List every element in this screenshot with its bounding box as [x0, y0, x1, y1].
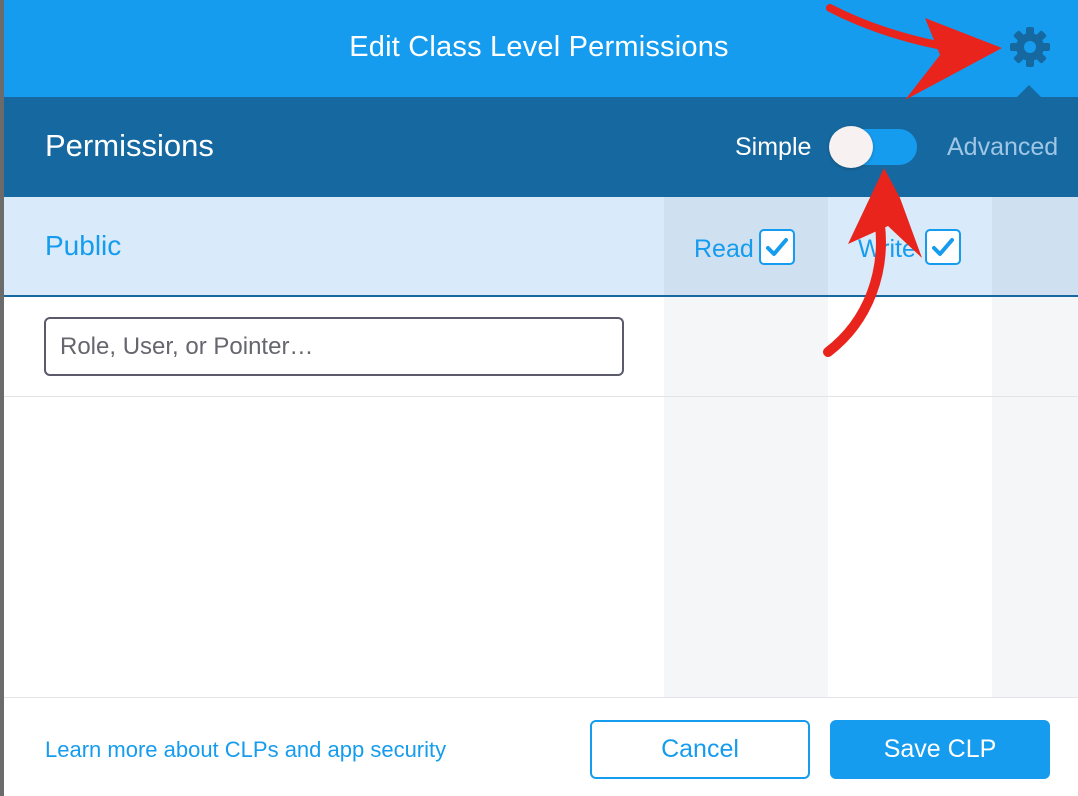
extra-column-tint	[992, 197, 1078, 295]
permissions-bar: Permissions Simple Advanced	[0, 97, 1078, 197]
entity-input-row	[0, 297, 1078, 397]
public-label: Public	[45, 230, 122, 261]
write-checkbox[interactable]	[925, 229, 961, 265]
checkmark-icon	[932, 238, 954, 256]
toggle-knob[interactable]	[829, 126, 873, 168]
write-label: Write	[858, 235, 916, 263]
public-row: Public Read Write	[0, 197, 1078, 297]
modal-footer: Learn more about CLPs and app security C…	[0, 697, 1078, 796]
read-label: Read	[694, 235, 754, 263]
mode-advanced-label: Advanced	[947, 133, 1059, 161]
learn-more-link[interactable]: Learn more about CLPs and app security	[45, 698, 446, 796]
role-user-pointer-input[interactable]	[44, 317, 624, 376]
modal-title: Edit Class Level Permissions	[349, 31, 729, 63]
read-checkbox[interactable]	[759, 229, 795, 265]
save-clp-button[interactable]: Save CLP	[830, 720, 1050, 779]
gear-icon[interactable]	[1007, 24, 1053, 70]
mode-simple-label: Simple	[735, 133, 812, 161]
window-edge	[0, 0, 4, 796]
permissions-title: Permissions	[45, 128, 214, 163]
checkmark-icon	[766, 238, 788, 256]
cancel-button[interactable]: Cancel	[590, 720, 810, 779]
settings-caret	[1017, 85, 1041, 97]
mode-toggle[interactable]	[829, 126, 917, 168]
modal-header: Edit Class Level Permissions	[0, 0, 1078, 97]
edit-clp-modal: Edit Class Level Permissions Permissions…	[0, 0, 1078, 796]
